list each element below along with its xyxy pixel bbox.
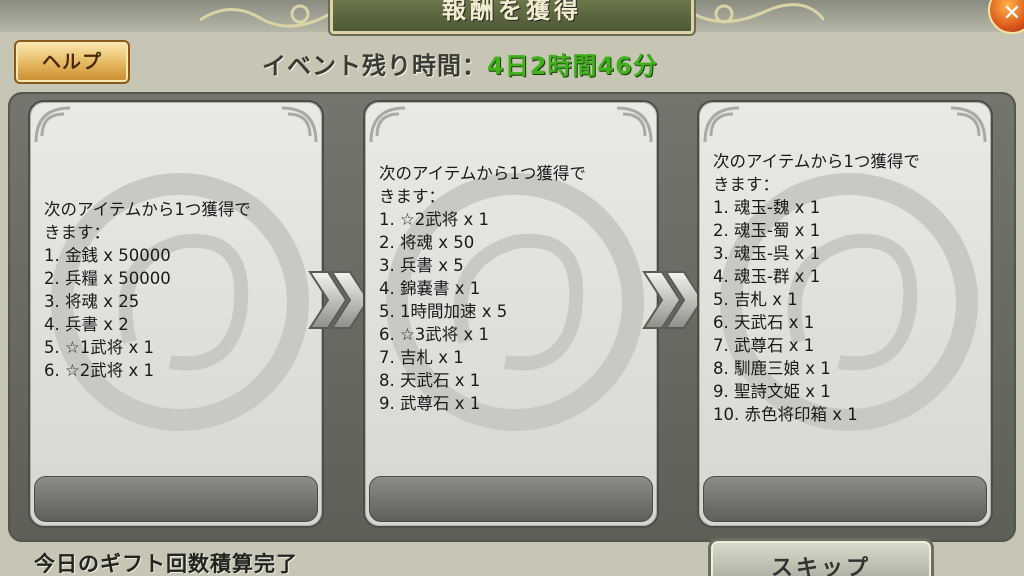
left-ornament-icon: [200, 4, 330, 28]
list-item: 6. ☆3武将 x 1: [379, 325, 490, 344]
card-select-bar[interactable]: [369, 476, 653, 522]
reward-list: 次のアイテムから1つ獲得で きます： 1. ☆2武将 x 1 2. 将魂 x 5…: [379, 162, 647, 415]
reward-list: 次のアイテムから1つ獲得で きます： 1. 金銭 x 50000 2. 兵糧 x…: [44, 198, 312, 382]
list-item: 1. 魂玉-魏 x 1: [713, 198, 821, 217]
list-item: 3. 魂玉-呉 x 1: [713, 244, 821, 263]
corner-ornament-icon: [616, 106, 653, 143]
gift-status-text: 今日のギフト回数積算完了: [34, 552, 298, 576]
event-time-label: イベント残り時間：: [262, 52, 487, 80]
list-item: 3. 兵書 x 5: [379, 256, 464, 275]
list-item: 4. 錦嚢書 x 1: [379, 279, 481, 298]
top-bar: 報酬を獲得 ✕: [0, 0, 1024, 34]
corner-ornament-icon: [34, 106, 71, 143]
close-icon: ✕: [1002, 1, 1022, 26]
list-item: 2. 将魂 x 50: [379, 233, 475, 252]
reward-card-2[interactable]: 次のアイテムから1つ獲得で きます： 1. ☆2武将 x 1 2. 将魂 x 5…: [363, 100, 659, 528]
help-button[interactable]: ヘルプ: [14, 40, 130, 84]
skip-button[interactable]: スキップ: [708, 538, 934, 576]
reward-intro: 次のアイテムから1つ獲得で きます：: [713, 152, 920, 194]
list-item: 5. 吉札 x 1: [713, 290, 798, 309]
list-item: 7. 吉札 x 1: [379, 348, 464, 367]
list-item: 1. ☆2武将 x 1: [379, 210, 490, 229]
reward-card-1[interactable]: 次のアイテムから1つ獲得で きます： 1. 金銭 x 50000 2. 兵糧 x…: [28, 100, 324, 528]
list-item: 9. 武尊石 x 1: [379, 394, 481, 413]
list-item: 10. 赤色将印箱 x 1: [713, 405, 858, 424]
event-time-value: 4日2時間46分: [487, 52, 658, 80]
list-item: 2. 魂玉-蜀 x 1: [713, 221, 821, 240]
right-ornament-icon: [694, 3, 824, 24]
reward-list: 次のアイテムから1つ獲得で きます： 1. 魂玉-魏 x 1 2. 魂玉-蜀 x…: [713, 150, 981, 426]
list-item: 2. 兵糧 x 50000: [44, 269, 171, 288]
corner-ornament-icon: [703, 106, 740, 143]
list-item: 9. 聖詩文姫 x 1: [713, 382, 831, 401]
list-item: 4. 兵書 x 2: [44, 315, 129, 334]
double-chevron-right-icon: [642, 271, 704, 329]
list-item: 6. 天武石 x 1: [713, 313, 815, 332]
reward-intro: 次のアイテムから1つ獲得で きます：: [44, 200, 251, 242]
list-item: 3. 将魂 x 25: [44, 292, 140, 311]
close-button[interactable]: ✕: [988, 0, 1024, 34]
corner-ornament-icon: [281, 106, 318, 143]
list-item: 7. 武尊石 x 1: [713, 336, 815, 355]
card-select-bar[interactable]: [34, 476, 318, 522]
list-item: 5. 1時間加速 x 5: [379, 302, 508, 321]
event-remaining-time: イベント残り時間：4日2時間46分: [262, 46, 658, 80]
corner-ornament-icon: [369, 106, 406, 143]
list-item: 8. 馴鹿三娘 x 1: [713, 359, 831, 378]
card-select-bar[interactable]: [703, 476, 987, 522]
reward-intro: 次のアイテムから1つ獲得で きます：: [379, 164, 586, 206]
list-item: 5. ☆1武将 x 1: [44, 338, 155, 357]
corner-ornament-icon: [950, 106, 987, 143]
list-item: 6. ☆2武将 x 1: [44, 361, 155, 380]
list-item: 8. 天武石 x 1: [379, 371, 481, 390]
list-item: 1. 金銭 x 50000: [44, 246, 171, 265]
list-item: 4. 魂玉-群 x 1: [713, 267, 821, 286]
reward-card-3[interactable]: 次のアイテムから1つ獲得で きます： 1. 魂玉-魏 x 1 2. 魂玉-蜀 x…: [697, 100, 993, 528]
double-chevron-right-icon: [308, 271, 370, 329]
page-title: 報酬を獲得: [330, 0, 694, 34]
